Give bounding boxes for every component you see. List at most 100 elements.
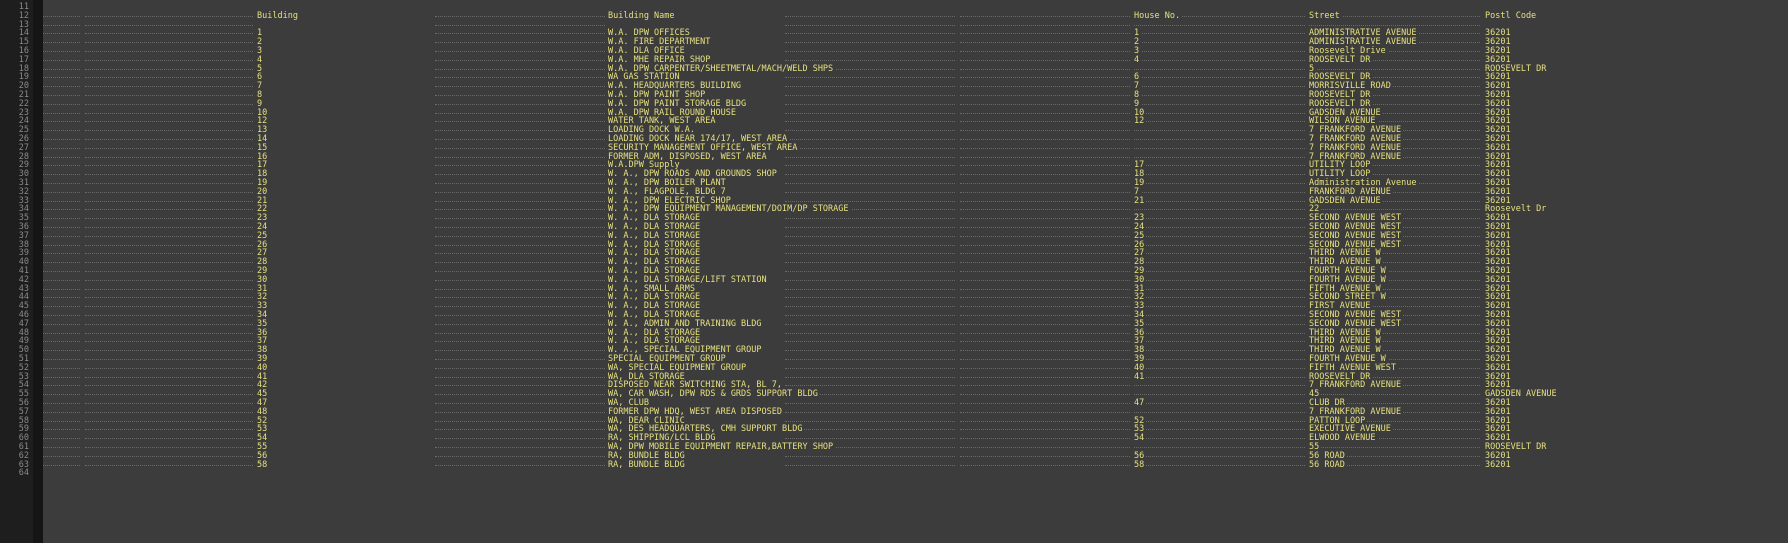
tab-whitespace-marker (43, 315, 80, 316)
tab-whitespace-marker (435, 359, 605, 360)
tab-whitespace-marker (785, 420, 955, 422)
tab-whitespace-marker (1134, 438, 1305, 440)
tab-whitespace-marker (43, 112, 80, 114)
tab-whitespace-marker (1309, 447, 1480, 448)
line-number-gutter: 11 12 13 14 15 16 17 18 19 20 21 22 23 24 25 26 27 28 29 30… (0, 0, 33, 543)
line-number: 64 (18, 468, 29, 479)
tab-whitespace-marker (785, 253, 955, 255)
tab-whitespace-marker (43, 235, 80, 237)
tab-whitespace-marker (785, 306, 955, 308)
tab-whitespace-marker (1134, 68, 1305, 70)
tab-whitespace-marker (43, 59, 80, 61)
tab-whitespace-marker (960, 332, 1130, 334)
tab-whitespace-marker (43, 455, 80, 457)
tab-whitespace-marker (43, 376, 80, 378)
tab-whitespace-marker (1134, 297, 1305, 299)
tab-whitespace-marker (960, 200, 1130, 202)
tab-whitespace-marker (435, 183, 605, 184)
tab-whitespace-marker (785, 332, 955, 334)
tab-whitespace-marker (85, 403, 253, 404)
tab-whitespace-marker (43, 147, 80, 149)
tab-whitespace-marker (1134, 156, 1305, 158)
tab-whitespace-marker (785, 147, 955, 149)
tab-whitespace-marker (43, 447, 80, 448)
tab-whitespace-marker (435, 271, 605, 272)
tab-whitespace-marker (785, 86, 955, 88)
tab-whitespace-marker (785, 103, 955, 105)
tab-whitespace-marker (1134, 279, 1305, 281)
tab-whitespace-marker (1309, 24, 1480, 26)
tab-whitespace-marker (1134, 59, 1305, 61)
tab-whitespace-marker (1134, 350, 1305, 352)
tab-whitespace-marker (960, 86, 1130, 88)
text-editor[interactable]: 11 12 13 14 15 16 17 18 19 20 21 22 23 24 25 26 27 28 29 30… (0, 0, 1788, 543)
tab-whitespace-marker (1134, 253, 1305, 255)
tab-whitespace-marker (435, 411, 605, 413)
tab-whitespace-marker (960, 68, 1130, 70)
tab-whitespace-marker (435, 429, 605, 431)
tab-whitespace-marker (960, 447, 1130, 448)
tab-whitespace-marker (43, 191, 80, 193)
tab-whitespace-marker (960, 147, 1130, 149)
tab-whitespace-marker (960, 112, 1130, 114)
tab-whitespace-marker (85, 350, 253, 352)
tab-whitespace-marker (1134, 271, 1305, 272)
tab-whitespace-marker (1134, 455, 1305, 457)
tab-whitespace-marker (85, 420, 253, 422)
tab-whitespace-marker (1134, 385, 1305, 387)
tab-whitespace-marker (1134, 165, 1305, 167)
tab-whitespace-marker (85, 447, 253, 448)
tab-whitespace-marker (1134, 200, 1305, 202)
tab-whitespace-marker (435, 455, 605, 457)
tab-whitespace-marker (43, 103, 80, 105)
tab-whitespace-marker (785, 367, 955, 369)
tab-whitespace-marker (960, 235, 1130, 237)
tab-whitespace-marker (85, 262, 253, 264)
tab-whitespace-marker (85, 367, 253, 369)
tab-whitespace-marker (435, 218, 605, 220)
tab-whitespace-marker (85, 174, 253, 176)
tab-whitespace-marker (435, 174, 605, 176)
tab-whitespace-marker (435, 403, 605, 404)
tab-whitespace-marker (85, 15, 253, 17)
tab-whitespace-marker (43, 271, 80, 272)
tab-whitespace-marker (1134, 447, 1305, 448)
tab-whitespace-marker (43, 130, 80, 132)
tab-whitespace-marker (43, 411, 80, 413)
tab-whitespace-marker (435, 15, 605, 17)
tab-whitespace-marker (960, 315, 1130, 316)
tab-whitespace-marker (1134, 315, 1305, 316)
tab-whitespace-marker (85, 33, 253, 35)
tab-whitespace-marker (43, 350, 80, 352)
tab-whitespace-marker (1134, 235, 1305, 237)
tab-whitespace-marker (85, 323, 253, 325)
tab-whitespace-marker (85, 86, 253, 88)
tab-whitespace-marker (785, 191, 955, 193)
tab-whitespace-marker (85, 112, 253, 114)
tab-whitespace-marker (1134, 394, 1305, 396)
tab-whitespace-marker (43, 438, 80, 440)
tab-whitespace-marker (43, 244, 80, 246)
tab-whitespace-marker (785, 121, 955, 123)
tab-whitespace-marker (960, 262, 1130, 264)
tab-whitespace-marker (960, 218, 1130, 220)
tab-whitespace-marker (960, 139, 1130, 140)
tab-whitespace-marker (960, 403, 1130, 404)
editor-content[interactable]: Building Building Name House No. Street Post… (43, 0, 1788, 543)
empty-line[interactable] (43, 468, 1788, 478)
tab-whitespace-marker (43, 429, 80, 431)
tab-whitespace-marker (1134, 209, 1305, 211)
tab-whitespace-marker (435, 350, 605, 352)
tab-whitespace-marker (43, 77, 80, 79)
tab-whitespace-marker (85, 130, 253, 132)
tab-whitespace-marker (960, 455, 1130, 457)
tab-whitespace-marker (43, 262, 80, 264)
tab-whitespace-marker (1309, 209, 1480, 211)
tab-whitespace-marker (960, 271, 1130, 272)
tab-whitespace-marker (435, 376, 605, 378)
tab-whitespace-marker (85, 121, 253, 123)
tab-whitespace-marker (85, 103, 253, 105)
tab-whitespace-marker (960, 95, 1130, 96)
tab-whitespace-marker (785, 95, 955, 96)
tab-whitespace-marker (435, 130, 605, 132)
